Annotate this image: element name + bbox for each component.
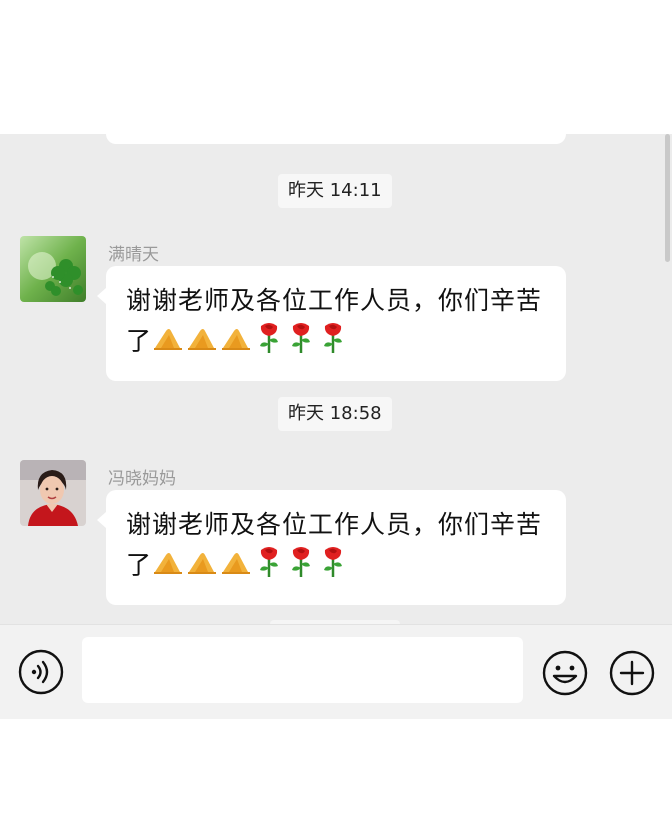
message-timestamp: 昨天 18:58 [278,397,392,431]
rose-icon [286,544,316,589]
rose-icon [254,544,284,589]
message-timestamp: 昨天 14:11 [278,174,392,208]
rose-icon [318,544,348,589]
message-input[interactable] [82,637,523,703]
avatar-woman[interactable] [20,460,86,526]
rose-icon [286,320,316,365]
folded-hands-icon [152,548,184,586]
emoji-face-icon [542,650,588,696]
sender-name: 冯晓妈妈 [108,469,176,489]
rose-icon [318,320,348,365]
folded-hands-icon [186,548,218,586]
message-bubble[interactable]: 谢谢老师及各位工作人员，你们辛苦了 [97,490,566,605]
folded-hands-icon [152,324,184,362]
clover-avatar-image [20,236,86,302]
avatar-clover[interactable] [20,236,86,302]
chat-scrollbar[interactable] [665,134,670,262]
folded-hands-icon [220,548,252,586]
top-blank-area [0,0,672,134]
chat-message-list[interactable]: 昨天 14:11 满晴天 谢谢老师及各位工作人员，你们辛苦了 昨天 18:58 … [0,134,672,624]
input-bar [0,624,672,719]
more-button[interactable] [608,649,656,697]
voice-icon [18,649,64,695]
folded-hands-icon [220,324,252,362]
voice-button[interactable] [18,649,64,695]
bottom-blank-area [0,719,672,840]
woman-avatar-image [20,460,86,526]
message-bubble[interactable]: 谢谢老师及各位工作人员，你们辛苦了 [97,266,566,381]
rose-icon [254,320,284,365]
sender-name: 满晴天 [108,245,159,265]
plus-icon [609,650,655,696]
folded-hands-icon [186,324,218,362]
previous-message-bubble [106,134,566,144]
emoji-button[interactable] [541,649,589,697]
